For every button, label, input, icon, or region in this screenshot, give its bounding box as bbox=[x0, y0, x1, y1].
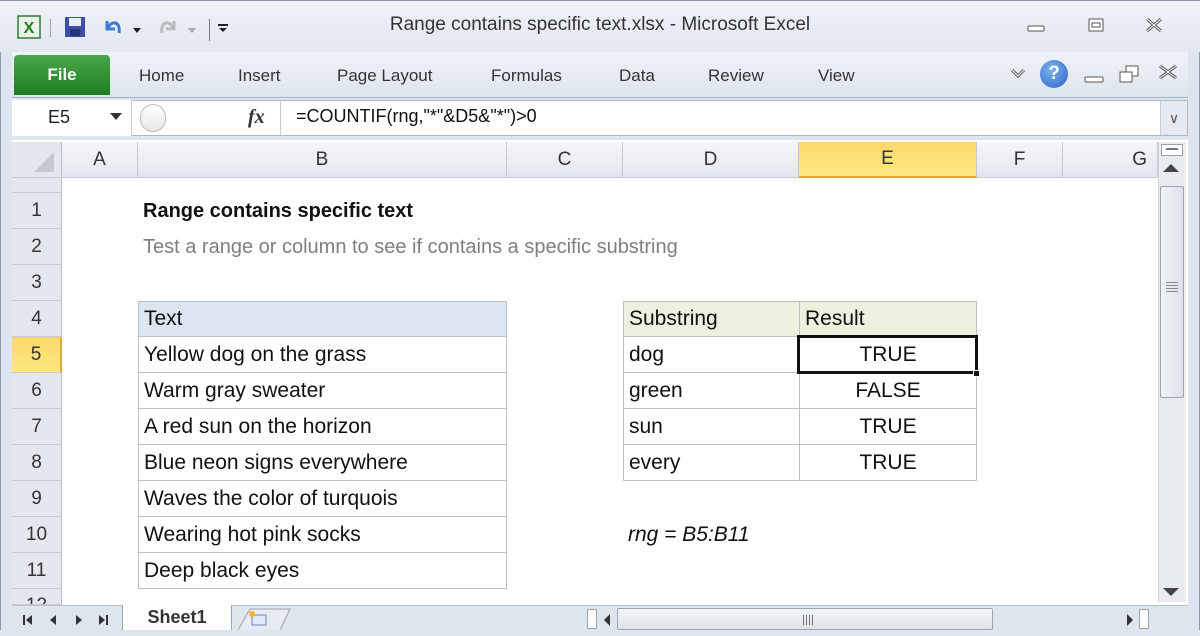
column-header-g[interactable]: G bbox=[1063, 142, 1158, 178]
tab-formulas[interactable]: Formulas bbox=[491, 66, 562, 86]
next-sheet-icon[interactable] bbox=[74, 613, 84, 631]
split-box-horizontal[interactable] bbox=[1139, 609, 1149, 629]
insert-function-icon[interactable]: fx bbox=[248, 106, 265, 129]
tab-view[interactable]: View bbox=[818, 66, 855, 86]
result-cell[interactable]: TRUE bbox=[799, 445, 977, 481]
row-header-3[interactable]: 3 bbox=[12, 265, 62, 301]
text-cell[interactable]: Waves the color of turquois bbox=[138, 481, 507, 517]
previous-sheet-icon[interactable] bbox=[48, 613, 58, 631]
vertical-scroll-thumb[interactable] bbox=[1160, 186, 1184, 398]
result-cell[interactable]: FALSE bbox=[799, 373, 977, 409]
tab-insert[interactable]: Insert bbox=[238, 66, 281, 86]
row-header-8[interactable]: 8 bbox=[12, 445, 62, 481]
row-header-2[interactable]: 2 bbox=[12, 229, 62, 265]
row-header-4[interactable]: 4 bbox=[12, 301, 62, 337]
result-cell[interactable]: TRUE bbox=[799, 409, 977, 445]
tab-page-layout[interactable]: Page Layout bbox=[337, 66, 432, 86]
scroll-left-icon[interactable] bbox=[602, 613, 612, 632]
row-header-12-label: 12 bbox=[26, 595, 47, 604]
substring-cell[interactable]: green bbox=[623, 373, 800, 409]
scroll-up-icon[interactable] bbox=[1163, 164, 1179, 172]
text-cell[interactable]: Warm gray sweater bbox=[138, 373, 507, 409]
name-box-dropdown-icon[interactable] bbox=[110, 113, 122, 120]
close-window-button[interactable] bbox=[1139, 14, 1169, 36]
sheet-title[interactable]: Range contains specific text bbox=[138, 193, 413, 229]
help-icon[interactable]: ? bbox=[1040, 60, 1068, 88]
substring-cell[interactable]: sun bbox=[623, 409, 800, 445]
substring-header-cell[interactable]: Substring bbox=[623, 301, 800, 337]
column-header-b[interactable]: B bbox=[138, 142, 507, 178]
row-header-12[interactable]: 12 bbox=[12, 589, 62, 605]
window-border-right bbox=[1188, 52, 1200, 630]
substring-cell[interactable]: every bbox=[623, 445, 800, 481]
restore-window-button[interactable] bbox=[1081, 14, 1111, 36]
column-header-d[interactable]: D bbox=[623, 142, 799, 178]
formula-input[interactable]: =COUNTIF(rng,"*"&D5&"*")>0 bbox=[296, 106, 537, 127]
minimize-window-button[interactable] bbox=[1021, 18, 1051, 40]
tab-review[interactable]: Review bbox=[708, 66, 764, 86]
text-cell[interactable]: A red sun on the horizon bbox=[138, 409, 507, 445]
result-cell[interactable]: TRUE bbox=[799, 337, 977, 373]
row-header-11[interactable]: 11 bbox=[12, 553, 62, 589]
scroll-right-icon[interactable] bbox=[1125, 613, 1135, 632]
expand-formula-bar-icon[interactable]: ∨ bbox=[1160, 101, 1187, 135]
fill-handle[interactable] bbox=[973, 370, 980, 377]
formula-bar-resize-handle[interactable] bbox=[140, 104, 166, 132]
text-cell[interactable]: Yellow dog on the grass bbox=[138, 337, 507, 373]
sheet-subtitle[interactable]: Test a range or column to see if contain… bbox=[138, 229, 678, 265]
column-header-f[interactable]: F bbox=[977, 142, 1063, 178]
window-title: Range contains specific text.xlsx - Micr… bbox=[389, 14, 811, 35]
sheet-tab-sheet1[interactable]: Sheet1 bbox=[122, 605, 232, 630]
window-border-left bbox=[0, 52, 12, 630]
scroll-down-icon[interactable] bbox=[1163, 588, 1179, 596]
row-header-5[interactable]: 5 bbox=[12, 337, 62, 373]
close-workbook-button[interactable] bbox=[1157, 64, 1179, 85]
named-range-note[interactable]: rng = B5:B11 bbox=[623, 517, 750, 553]
last-sheet-icon[interactable] bbox=[97, 613, 109, 631]
column-header-e[interactable]: E bbox=[799, 142, 977, 178]
text-header-cell[interactable]: Text bbox=[138, 301, 507, 337]
split-box-vertical[interactable] bbox=[1161, 144, 1183, 156]
horizontal-scroll-thumb[interactable] bbox=[617, 608, 993, 630]
first-sheet-icon[interactable] bbox=[22, 613, 34, 631]
minimize-workbook-button[interactable] bbox=[1084, 71, 1104, 89]
row-header-7[interactable]: 7 bbox=[12, 409, 62, 445]
tab-home[interactable]: Home bbox=[139, 66, 184, 86]
row-header-10[interactable]: 10 bbox=[12, 517, 62, 553]
row-header-6[interactable]: 6 bbox=[12, 373, 62, 409]
restore-workbook-button[interactable] bbox=[1118, 64, 1140, 89]
column-header-c[interactable]: C bbox=[507, 142, 623, 178]
result-header-cell[interactable]: Result bbox=[799, 301, 977, 337]
tab-split-handle[interactable] bbox=[587, 609, 597, 629]
column-header-a[interactable]: A bbox=[62, 142, 138, 178]
text-cell[interactable]: Wearing hot pink socks bbox=[138, 517, 507, 553]
text-cell[interactable]: Blue neon signs everywhere bbox=[138, 445, 507, 481]
select-all-button[interactable] bbox=[12, 142, 62, 178]
insert-worksheet-button[interactable] bbox=[237, 607, 293, 631]
text-cell[interactable]: Deep black eyes bbox=[138, 553, 507, 589]
row-header-spacer bbox=[12, 178, 62, 193]
row-header-9[interactable]: 9 bbox=[12, 481, 62, 517]
tab-file[interactable]: File bbox=[14, 55, 110, 95]
row-header-1[interactable]: 1 bbox=[12, 193, 62, 229]
tab-data[interactable]: Data bbox=[619, 66, 655, 86]
substring-cell[interactable]: dog bbox=[623, 337, 800, 373]
minimize-ribbon-icon[interactable] bbox=[1010, 66, 1026, 85]
